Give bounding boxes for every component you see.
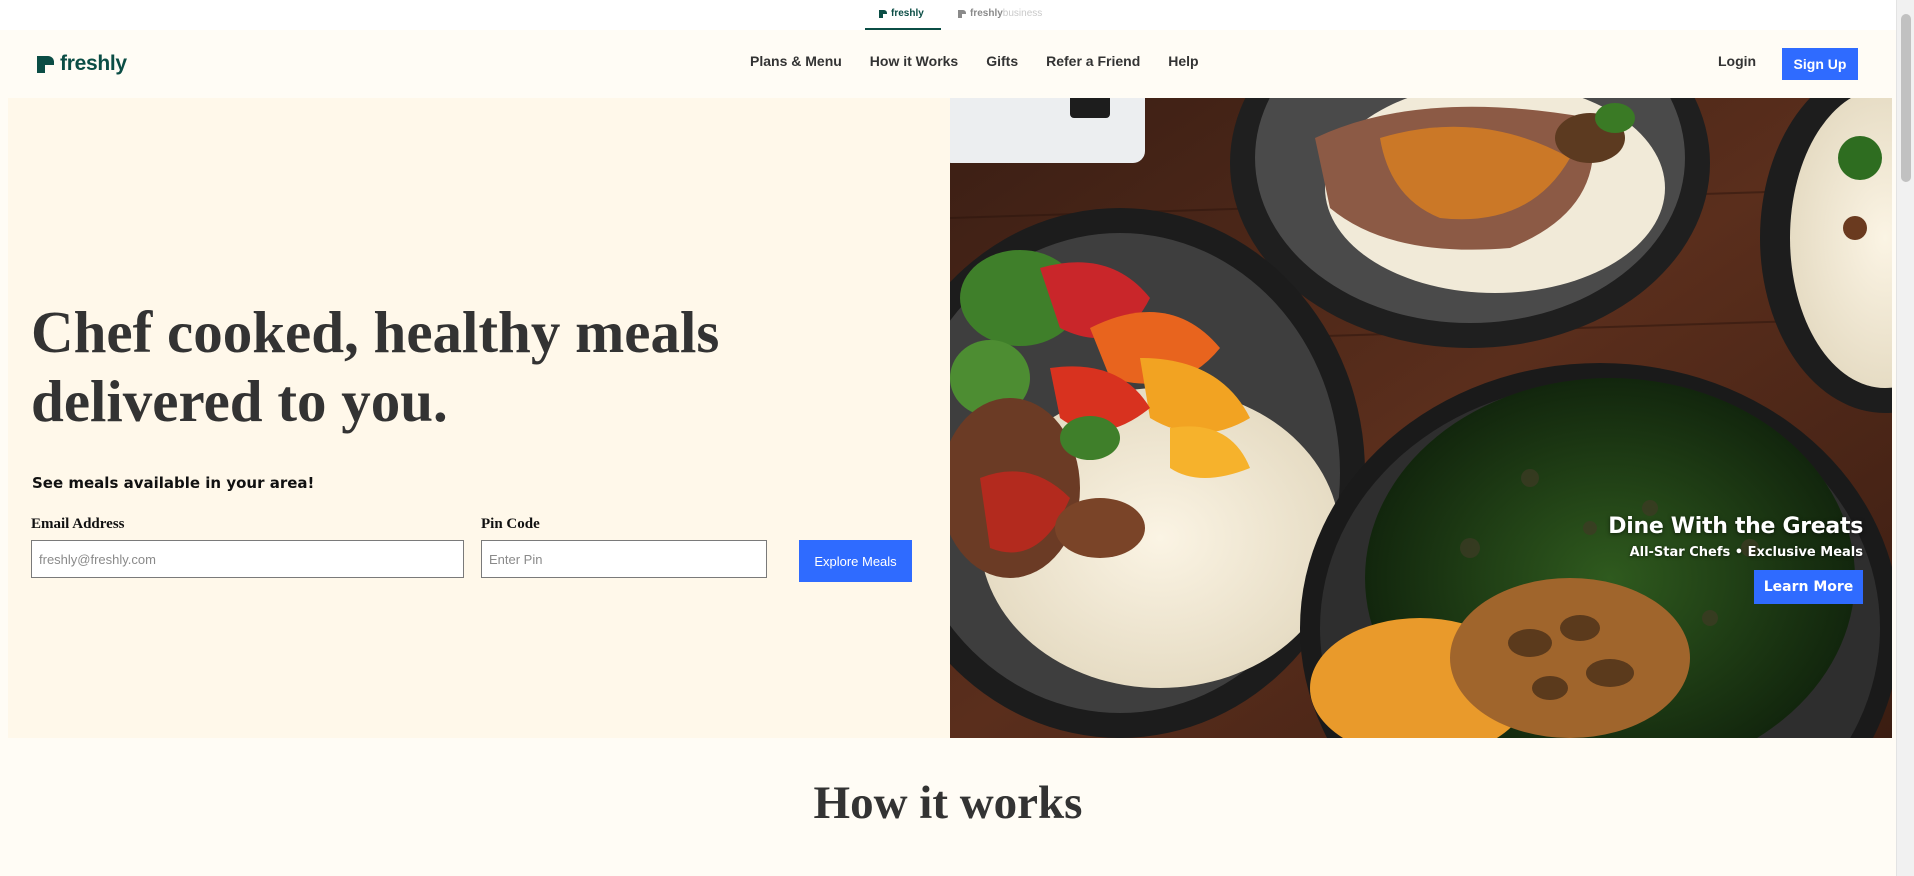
email-label: Email Address (31, 516, 125, 532)
hero-panel: Chef cooked, healthy meals delivered to … (8, 98, 950, 738)
logo-text: freshly (60, 52, 127, 75)
hero-image: Dine With the Greats All-Star Chefs • Ex… (950, 98, 1892, 738)
learn-more-button[interactable]: Learn More (1754, 570, 1863, 604)
freshly-mark-icon (958, 10, 966, 18)
explore-meals-button[interactable]: Explore Meals (799, 540, 912, 582)
hero-subtitle: See meals available in your area! (32, 474, 315, 492)
pin-label: Pin Code (481, 516, 540, 532)
main-nav: Plans & Menu How it Works Gifts Refer a … (750, 53, 1199, 69)
meals-photo (950, 98, 1892, 738)
page-scrollbar[interactable] (1896, 0, 1914, 876)
brand-tab-freshly-business[interactable]: freshly business (958, 8, 1042, 30)
nav-plans-menu[interactable]: Plans & Menu (750, 53, 842, 69)
brand-tab-freshly[interactable]: freshly (865, 8, 941, 30)
nav-gifts[interactable]: Gifts (986, 53, 1018, 69)
nav-refer-a-friend[interactable]: Refer a Friend (1046, 53, 1140, 69)
brand-switcher: freshly freshly business (0, 0, 1896, 30)
hero-title: Chef cooked, healthy meals delivered to … (31, 299, 720, 434)
scrollbar-thumb[interactable] (1901, 14, 1911, 182)
freshly-logo[interactable]: freshly (37, 52, 127, 76)
brand-tab-label: freshly (891, 8, 924, 19)
nav-how-it-works[interactable]: How it Works (870, 53, 958, 69)
promo-title: Dine With the Greats (1608, 514, 1863, 539)
email-field[interactable] (31, 540, 464, 578)
pin-code-field[interactable] (481, 540, 767, 578)
login-link[interactable]: Login (1718, 53, 1756, 69)
brand-tab-label: freshly (970, 8, 1003, 19)
site-header: freshly Plans & Menu How it Works Gifts … (0, 30, 1896, 98)
how-it-works-heading: How it works (813, 777, 1083, 829)
freshly-mark-icon (879, 10, 887, 18)
freshly-logo-icon (37, 55, 54, 73)
sign-up-button[interactable]: Sign Up (1782, 48, 1858, 80)
promo-subtitle: All-Star Chefs • Exclusive Meals (1629, 545, 1863, 560)
promo-banner: Dine With the Greats All-Star Chefs • Ex… (1608, 514, 1863, 604)
brand-tab-suffix: business (1002, 8, 1043, 19)
nav-help[interactable]: Help (1168, 53, 1198, 69)
